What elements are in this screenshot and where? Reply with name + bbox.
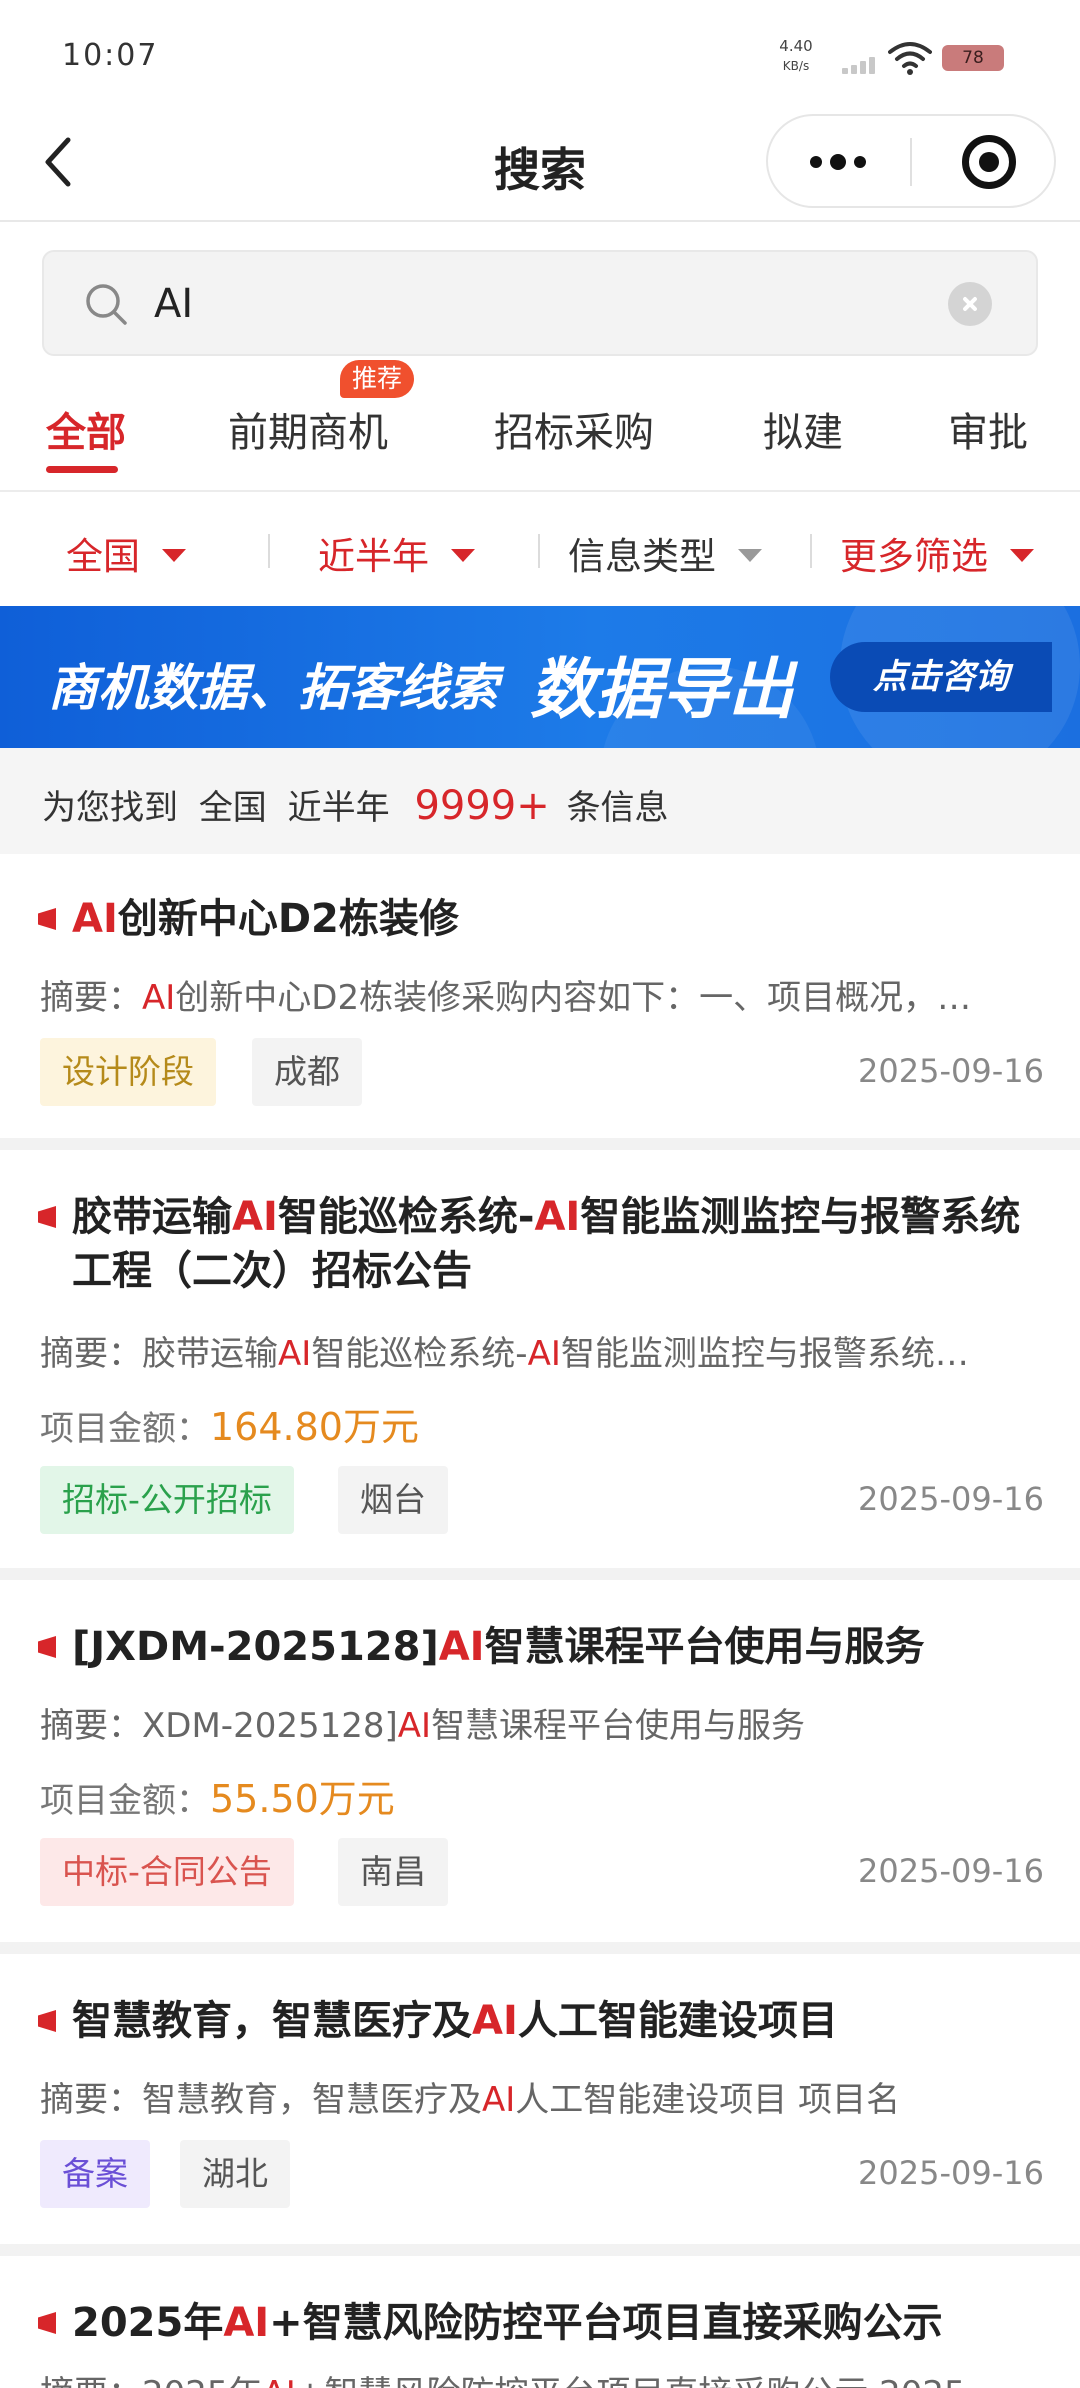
city-tag: 南昌 [338,1838,448,1906]
result-card[interactable]: [JXDM-2025128]AI智慧课程平台使用与服务 摘要：XDM-20251… [0,1580,1080,1942]
search-icon [86,284,127,325]
result-suffix: 条信息 [566,788,669,828]
wifi-icon [888,42,932,75]
stage-tag: 备案 [40,2140,150,2208]
search-box [42,250,1038,356]
city-tag: 烟台 [338,1466,448,1534]
result-card[interactable]: 2025年AI+智慧风险防控平台项目直接采购公示 摘要：2025年AI+智慧风险… [0,2256,1080,2388]
card-amount: 项目金额：164.80万元 [40,1405,419,1449]
nav-bar: 搜索 [0,110,1080,222]
card-title: 2025年AI+智慧风险防控平台项目直接采购公示 [72,2300,943,2346]
status-time: 10:07 [62,38,159,73]
card-summary: 摘要：AI创新中心D2栋装修采购内容如下：一、项目概况，… [40,978,972,1018]
result-card[interactable]: 胶带运输AI智能巡检系统-AI智能监测监控与报警系统工程（二次）招标公告 摘要：… [0,1150,1080,1568]
caret-down-icon [738,549,762,562]
capsule-divider [910,138,912,186]
search-input[interactable] [154,276,934,332]
tab-early-opportunities[interactable]: 前期商机 [228,400,388,458]
card-summary: 摘要：2025年AI+智慧风险防控平台项目直接采购公示 2025… [40,2366,1040,2388]
filter-more[interactable]: 更多筛选 [840,526,1034,580]
card-title: AI创新中心D2栋装修 [72,896,459,942]
city-tag: 成都 [252,1038,362,1106]
card-marker-icon [38,2010,56,2032]
network-speed-value: 4.40 [779,37,813,55]
stage-tag: 设计阶段 [40,1038,216,1106]
card-title: [JXDM-2025128]AI智慧课程平台使用与服务 [72,1624,925,1670]
card-date: 2025-09-16 [858,2154,1044,2192]
tab-approval[interactable]: 审批 [948,400,1028,458]
tab-all[interactable]: 全部 [46,400,126,458]
filter-region[interactable]: 全国 [66,526,186,580]
filter-period[interactable]: 近半年 [318,526,475,580]
caret-down-icon [1010,549,1034,562]
card-title: 胶带运输AI智能巡检系统-AI智能监测监控与报警系统工程（二次）招标公告 [72,1194,1021,1294]
status-bar: 10:07 4.40 KB/s 78 [0,0,1080,110]
card-divider [0,1942,1080,1954]
filter-region-label: 全国 [66,535,140,578]
result-period: 近半年 [287,788,390,828]
city-tag: 湖北 [180,2140,290,2208]
stage-tag: 招标-公开招标 [40,1466,294,1534]
consult-button[interactable]: 点击咨询 [830,642,1052,712]
card-marker-icon [38,1636,56,1658]
filter-period-label: 近半年 [318,535,429,578]
filter-info-type-label: 信息类型 [568,535,716,578]
filter-divider [810,534,812,568]
signal-icon [842,56,878,74]
card-summary: 摘要：胶带运输AI智能巡检系统-AI智能监测监控与报警系统… [40,1334,969,1374]
result-count-bar: 为您找到 全国 近半年 9999+ 条信息 [0,748,1080,854]
card-marker-icon [38,1206,56,1228]
tab-bidding-procurement[interactable]: 招标采购 [494,400,654,458]
card-amount: 项目金额：55.50万元 [40,1777,395,1821]
card-divider [0,1568,1080,1580]
card-summary: 摘要：XDM-2025128]AI智慧课程平台使用与服务 [40,1706,806,1746]
card-summary: 摘要：智慧教育，智慧医疗及AI人工智能建设项目 项目名 [40,2080,901,2120]
result-number: 9999+ [414,783,550,829]
banner-headline: 数据导出 [530,651,794,728]
active-tab-indicator [46,466,118,473]
battery-icon: 78 [942,45,1004,71]
filter-divider [268,534,270,568]
clear-icon[interactable] [948,282,992,326]
card-divider [0,2244,1080,2256]
caret-down-icon [451,549,475,562]
network-speed-unit: KB/s [782,59,810,73]
result-card[interactable]: 智慧教育，智慧医疗及AI人工智能建设项目 摘要：智慧教育，智慧医疗及AI人工智能… [0,1954,1080,2244]
filter-divider [538,534,540,568]
result-region: 全国 [198,788,267,828]
card-title: 智慧教育，智慧医疗及AI人工智能建设项目 [72,1998,838,2044]
filter-info-type[interactable]: 信息类型 [568,526,762,580]
result-prefix: 为您找到 [42,788,178,828]
filter-more-label: 更多筛选 [840,535,988,578]
card-marker-icon [38,908,56,930]
result-count: 为您找到 全国 近半年 9999+ 条信息 [42,780,669,829]
miniprogram-capsule [766,114,1056,208]
card-divider [0,1138,1080,1150]
tab-proposed-construction[interactable]: 拟建 [763,400,843,458]
category-tabs: 全部 前期商机 招标采购 拟建 审批 [0,370,1080,492]
more-dots-icon[interactable] [768,116,908,206]
stage-tag: 中标-合同公告 [40,1838,294,1906]
close-miniprogram-icon[interactable] [962,135,1016,189]
network-speed: 4.40 KB/s [776,36,816,76]
banner-text: 商机数据、拓客线索 [48,659,498,717]
card-date: 2025-09-16 [858,1052,1044,1090]
result-card[interactable]: AI创新中心D2栋装修 摘要：AI创新中心D2栋装修采购内容如下：一、项目概况，… [0,854,1080,1138]
card-date: 2025-09-16 [858,1852,1044,1890]
filter-bar: 全国 近半年 信息类型 更多筛选 [0,494,1080,604]
card-date: 2025-09-16 [858,1480,1044,1518]
card-marker-icon [38,2312,56,2334]
recommend-badge: 推荐 [340,360,415,398]
promo-banner[interactable]: 商机数据、拓客线索 数据导出 点击咨询 [0,606,1080,748]
caret-down-icon [162,549,186,562]
